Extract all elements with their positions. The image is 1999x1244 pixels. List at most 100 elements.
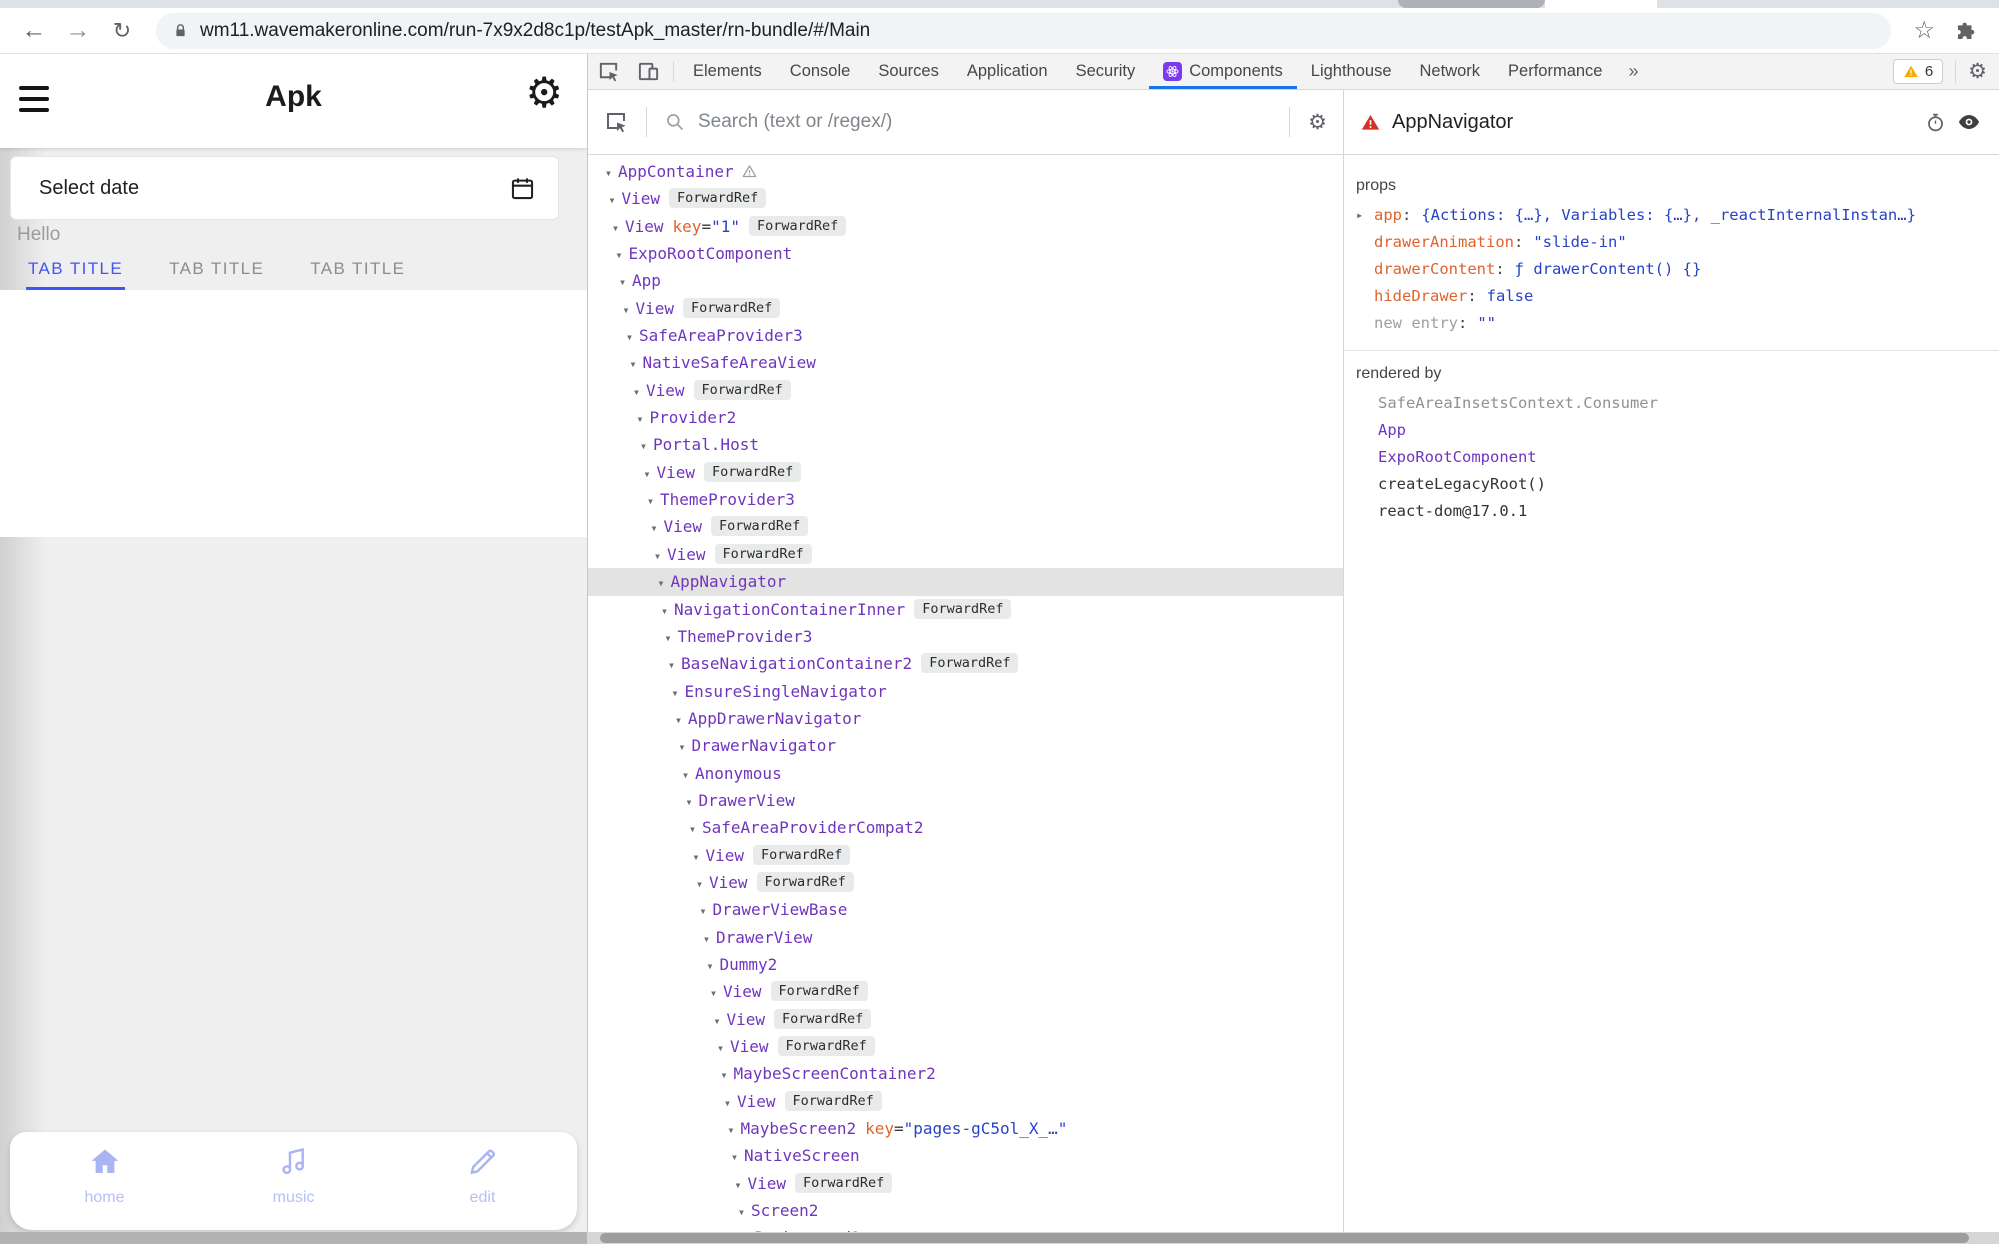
twisty-icon[interactable]: ▾	[721, 1090, 734, 1117]
twisty-icon[interactable]: ▾	[697, 898, 710, 925]
tree-row[interactable]: ▾NativeSafeAreaView	[588, 349, 1343, 376]
twisty-icon[interactable]: ▾	[679, 762, 692, 789]
tree-row[interactable]: ▾Dummy2	[588, 951, 1343, 978]
devtools-tab-console[interactable]: Console	[776, 54, 865, 89]
twisty-icon[interactable]: ▾	[662, 625, 675, 652]
reload-button[interactable]: ↻	[104, 20, 140, 42]
rendered-by-item[interactable]: App	[1344, 417, 1999, 444]
twisty-icon[interactable]: ▾	[613, 242, 626, 269]
tree-row[interactable]: ▾MaybeScreenContainer2	[588, 1060, 1343, 1087]
tree-row[interactable]: ▾ViewForwardRef	[588, 869, 1343, 896]
tree-row[interactable]: ▾DrawerView	[588, 787, 1343, 814]
tree-row[interactable]: ▾ViewForwardRef	[588, 842, 1343, 869]
tree-row[interactable]: ▾NavigationContainerInnerForwardRef	[588, 596, 1343, 623]
tree-row[interactable]: ▾ViewForwardRef	[588, 513, 1343, 540]
tree-row[interactable]: ▾ViewForwardRef	[588, 295, 1343, 322]
calendar-icon[interactable]	[509, 175, 536, 202]
tree-row[interactable]: ▾Anonymous	[588, 760, 1343, 787]
twisty-icon[interactable]: ▾	[700, 926, 713, 953]
search-input[interactable]: Search (text or /regex/)	[698, 111, 1271, 133]
more-tabs-chevron[interactable]: »	[1617, 54, 1651, 89]
tree-row[interactable]: ▾SafeAreaProviderCompat2	[588, 814, 1343, 841]
tree-row[interactable]: ▾ThemeProvider3	[588, 623, 1343, 650]
back-button[interactable]: ←	[16, 18, 52, 43]
prop-row[interactable]: new entry:""	[1344, 310, 1999, 337]
issues-warning-badge[interactable]: 6	[1893, 59, 1943, 84]
tree-row[interactable]: ▾Portal.Host	[588, 431, 1343, 458]
devtools-tab-elements[interactable]: Elements	[679, 54, 776, 89]
settings-gear-icon[interactable]: ⚙	[525, 72, 563, 114]
nav-item-edit[interactable]: edit	[388, 1132, 577, 1230]
twisty-icon[interactable]: ▾	[725, 1117, 738, 1144]
devtools-tab-components[interactable]: Components	[1149, 54, 1297, 89]
tree-row[interactable]: ▾ViewForwardRef	[588, 1006, 1343, 1033]
tree-row[interactable]: ▾DrawerViewBase	[588, 896, 1343, 923]
inspect-dom-eye-icon[interactable]	[1957, 110, 1981, 134]
twisty-icon[interactable]: ▾	[620, 297, 633, 324]
twisty-icon[interactable]: ▾	[630, 379, 643, 406]
twisty-icon[interactable]: ▾	[651, 543, 664, 570]
tree-row[interactable]: ▾MaybeScreen2key="pages-gC5ol_X_…"	[588, 1115, 1343, 1142]
tree-row[interactable]: ▾ViewForwardRef	[588, 541, 1343, 568]
tree-row[interactable]: ▾SafeAreaProvider3	[588, 322, 1343, 349]
twisty-icon[interactable]: ▾	[658, 598, 671, 625]
twisty-icon[interactable]: ▾	[634, 406, 647, 433]
twisty-icon[interactable]: ▾	[641, 461, 654, 488]
nav-item-music[interactable]: music	[199, 1132, 388, 1230]
app-tab[interactable]: TAB TITLE	[26, 254, 125, 290]
app-tab[interactable]: TAB TITLE	[308, 254, 407, 290]
devtools-tab-sources[interactable]: Sources	[864, 54, 953, 89]
tree-row[interactable]: ▾NativeScreen	[588, 1142, 1343, 1169]
twisty-icon[interactable]: ▾	[655, 570, 668, 597]
twisty-icon[interactable]: ▾	[637, 433, 650, 460]
devtools-tab-security[interactable]: Security	[1062, 54, 1150, 89]
tree-row[interactable]: ▾EnsureSingleNavigator	[588, 678, 1343, 705]
rendered-by-item[interactable]: ExpoRootComponent	[1344, 444, 1999, 471]
twisty-icon[interactable]: ▾	[609, 215, 622, 242]
tree-row[interactable]: ▾Provider2	[588, 404, 1343, 431]
twisty-icon[interactable]: ▾	[718, 1062, 731, 1089]
tree-row[interactable]: ▾ViewForwardRef	[588, 1088, 1343, 1115]
twisty-icon[interactable]: ▾	[623, 324, 636, 351]
tree-row[interactable]: ▾ViewForwardRef	[588, 978, 1343, 1005]
prop-row[interactable]: hideDrawer:false	[1344, 283, 1999, 310]
twisty-icon[interactable]: ▾	[714, 1035, 727, 1062]
twisty-icon[interactable]: ▾	[644, 488, 657, 515]
twisty-icon[interactable]: ▾	[606, 187, 619, 214]
prop-row[interactable]: drawerContent:ƒ drawerContent() {}	[1344, 256, 1999, 283]
tree-row[interactable]: ▾ViewForwardRef	[588, 377, 1343, 404]
twisty-icon[interactable]: ▾	[686, 816, 699, 843]
twisty-icon[interactable]: ▾	[616, 269, 629, 296]
tree-row[interactable]: ▾DrawerNavigator	[588, 732, 1343, 759]
twisty-icon[interactable]: ▾	[732, 1172, 745, 1199]
twisty-icon[interactable]: ▾	[665, 652, 678, 679]
tree-row[interactable]: ▾ViewForwardRef	[588, 1033, 1343, 1060]
devtools-tab-network[interactable]: Network	[1406, 54, 1495, 89]
twisty-icon[interactable]: ▾	[676, 734, 689, 761]
twisty-icon[interactable]: ▾	[672, 707, 685, 734]
tree-row[interactable]: ▾DrawerView	[588, 924, 1343, 951]
bookmark-star-icon[interactable]: ☆	[1913, 19, 1935, 43]
tree-row[interactable]: ▾AppNavigator	[588, 568, 1343, 595]
tree-row[interactable]: ▾ViewForwardRef	[588, 459, 1343, 486]
twisty-icon[interactable]: ▾	[627, 351, 640, 378]
extensions-icon[interactable]	[1955, 20, 1977, 42]
tree-settings-icon[interactable]: ⚙	[1308, 112, 1327, 133]
address-bar[interactable]: wm11.wavemakeronline.com/run-7x9x2d8c1p/…	[156, 13, 1891, 49]
tree-row[interactable]: ▾App	[588, 267, 1343, 294]
tree-row[interactable]: ▾ThemeProvider3	[588, 486, 1343, 513]
tree-row[interactable]: ▾BaseNavigationContainer2ForwardRef	[588, 650, 1343, 677]
expand-arrow-icon[interactable]: ▸	[1356, 202, 1363, 229]
tree-row[interactable]: ▾Screen2	[588, 1197, 1343, 1224]
tree-row[interactable]: ▾ExpoRootComponent	[588, 240, 1343, 267]
tree-row[interactable]: ▾ViewForwardRef	[588, 1170, 1343, 1197]
twisty-icon[interactable]: ▾	[683, 789, 696, 816]
tree-row[interactable]: ▾Viewkey="1"ForwardRef	[588, 213, 1343, 240]
twisty-icon[interactable]: ▾	[602, 160, 615, 187]
twisty-icon[interactable]: ▾	[711, 1008, 724, 1035]
devtools-tab-lighthouse[interactable]: Lighthouse	[1297, 54, 1406, 89]
device-toolbar-icon[interactable]	[628, 54, 668, 89]
forward-button[interactable]: →	[60, 18, 96, 43]
tree-row[interactable]: ▾AppDrawerNavigator	[588, 705, 1343, 732]
prop-row[interactable]: ▸app:{Actions: {…}, Variables: {…}, _rea…	[1344, 202, 1999, 229]
